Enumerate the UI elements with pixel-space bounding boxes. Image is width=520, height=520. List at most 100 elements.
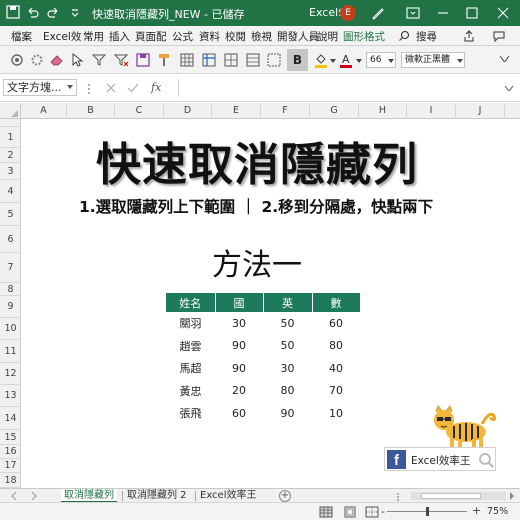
sheet-icon[interactable] [222, 51, 240, 69]
sheet-tab-excel-king[interactable]: Excel效率王 [197, 489, 260, 503]
scroll-tabs-left-icon[interactable] [10, 492, 18, 500]
tab-search[interactable]: 搜尋 [416, 29, 437, 44]
row-header[interactable]: 15 [0, 430, 21, 445]
maximize-icon[interactable] [463, 4, 481, 22]
grid-icon[interactable] [244, 51, 262, 69]
column-header[interactable]: H [359, 103, 407, 119]
tab-formulas[interactable]: 公式 [172, 29, 193, 44]
add-sheet-button[interactable]: + [279, 490, 291, 502]
tab-review[interactable]: 校閱 [225, 29, 246, 44]
table-header-cell[interactable]: 國 [215, 293, 264, 312]
tab-home[interactable]: 常用 [83, 29, 104, 44]
eraser-icon[interactable] [48, 51, 66, 69]
row-header[interactable]: 4 [0, 180, 21, 203]
tab-insert[interactable]: 插入 [109, 29, 130, 44]
pen-icon[interactable] [369, 4, 387, 22]
drag-handle-icon[interactable] [396, 493, 400, 501]
formula-input[interactable] [178, 79, 512, 97]
column-header[interactable]: E [212, 103, 261, 119]
column-header[interactable]: D [164, 103, 212, 119]
scroll-right-icon[interactable] [508, 492, 516, 500]
filter-clear-icon[interactable] [112, 51, 130, 69]
tab-page-layout[interactable]: 頁面配 [135, 29, 167, 44]
pointer-icon[interactable] [68, 51, 86, 69]
table-cell[interactable]: 80 [263, 380, 312, 403]
table-cell[interactable]: 20 [215, 380, 263, 403]
sheet-tab-hide-rows-2[interactable]: 取消隱藏列 2 [124, 489, 190, 503]
table-header-cell[interactable]: 數 [312, 293, 361, 312]
comments-icon[interactable] [493, 30, 505, 42]
table-cell[interactable]: 80 [312, 335, 360, 358]
method-heading[interactable]: 方法一 [212, 240, 302, 284]
column-header[interactable]: C [115, 103, 164, 119]
row-header[interactable] [0, 119, 21, 127]
tab-view[interactable]: 檢視 [251, 29, 272, 44]
drag-handle-icon[interactable] [87, 84, 91, 94]
horizontal-scrollbar[interactable] [411, 492, 506, 500]
table-cell[interactable]: 50 [263, 335, 312, 358]
chevron-down-icon[interactable] [330, 59, 336, 63]
ribbon-expand-icon[interactable] [500, 56, 509, 62]
normal-view-icon[interactable] [319, 506, 333, 518]
column-header[interactable]: F [261, 103, 310, 119]
borders-icon[interactable] [265, 51, 283, 69]
table-cell[interactable]: 10 [312, 402, 360, 425]
table-cell[interactable]: 馬超 [166, 357, 215, 380]
ribbon-display-icon[interactable] [404, 4, 422, 22]
undo-icon[interactable] [26, 5, 40, 19]
chevron-down-icon[interactable] [356, 59, 362, 63]
column-header[interactable]: B [67, 103, 115, 119]
function-icon[interactable]: fx [151, 81, 161, 94]
tab-help[interactable]: 說明 [317, 29, 338, 44]
facebook-badge[interactable]: f Excel效率王 [384, 447, 496, 471]
table-cell[interactable]: 趙雲 [166, 335, 215, 358]
table-cell[interactable]: 90 [215, 357, 263, 380]
zoom-in-button[interactable]: + [472, 504, 481, 517]
cancel-icon[interactable] [106, 83, 116, 93]
save-icon[interactable] [6, 5, 20, 19]
minimize-icon[interactable] [434, 4, 452, 22]
tab-shape-format[interactable]: 圖形格式 [343, 29, 385, 48]
table-cell[interactable]: 關羽 [166, 312, 215, 335]
table-cell[interactable]: 90 [263, 402, 312, 425]
table-cell[interactable]: 50 [263, 312, 312, 335]
tab-file[interactable]: 檔案 [11, 29, 32, 44]
redo-icon[interactable] [46, 5, 60, 19]
row-header[interactable]: 7 [0, 253, 21, 283]
row-header[interactable]: 10 [0, 318, 21, 340]
scrollbar-thumb[interactable] [421, 493, 481, 499]
enter-check-icon[interactable] [127, 83, 139, 93]
table-header-cell[interactable]: 姓名 [166, 293, 216, 312]
page-title[interactable]: 快速取消隱藏列 [96, 128, 418, 193]
row-header[interactable]: 11 [0, 340, 21, 363]
instructions-text[interactable]: 1.選取隱藏列上下範圍 ｜ 2.移到分隔處，快點兩下 [79, 195, 433, 217]
font-color-icon[interactable]: A [337, 51, 355, 69]
row-header[interactable]: 2 [0, 148, 21, 163]
customize-quick-access-icon[interactable] [68, 5, 82, 19]
column-header[interactable]: G [310, 103, 359, 119]
table-cell[interactable]: 60 [312, 312, 360, 335]
row-header[interactable]: 18 [0, 473, 21, 488]
row-header[interactable]: 3 [0, 163, 21, 180]
column-header[interactable]: A [21, 103, 67, 119]
table-cell[interactable]: 40 [312, 357, 360, 380]
avatar[interactable]: E [340, 5, 356, 21]
tab-developer[interactable]: 開發人員 [277, 29, 319, 44]
filter-icon[interactable] [90, 51, 108, 69]
table-cell[interactable]: 90 [215, 335, 263, 358]
table-cell[interactable]: 黃忠 [166, 380, 215, 403]
table-icon[interactable] [178, 51, 196, 69]
expand-formula-icon[interactable] [505, 86, 513, 91]
table-cell[interactable]: 30 [215, 312, 263, 335]
page-layout-view-icon[interactable] [343, 506, 357, 518]
tab-excel-addin[interactable]: Excel效 [43, 29, 81, 44]
table-cell[interactable]: 60 [215, 402, 263, 425]
select-all-corner[interactable] [0, 103, 21, 119]
search-icon[interactable] [398, 30, 410, 42]
share-icon[interactable] [463, 30, 475, 42]
fill-color-icon[interactable] [312, 51, 330, 69]
row-header[interactable]: 1 [0, 127, 21, 148]
row-header[interactable]: 13 [0, 385, 21, 407]
row-header[interactable]: 9 [0, 296, 21, 318]
bold-button[interactable]: B [287, 49, 308, 71]
